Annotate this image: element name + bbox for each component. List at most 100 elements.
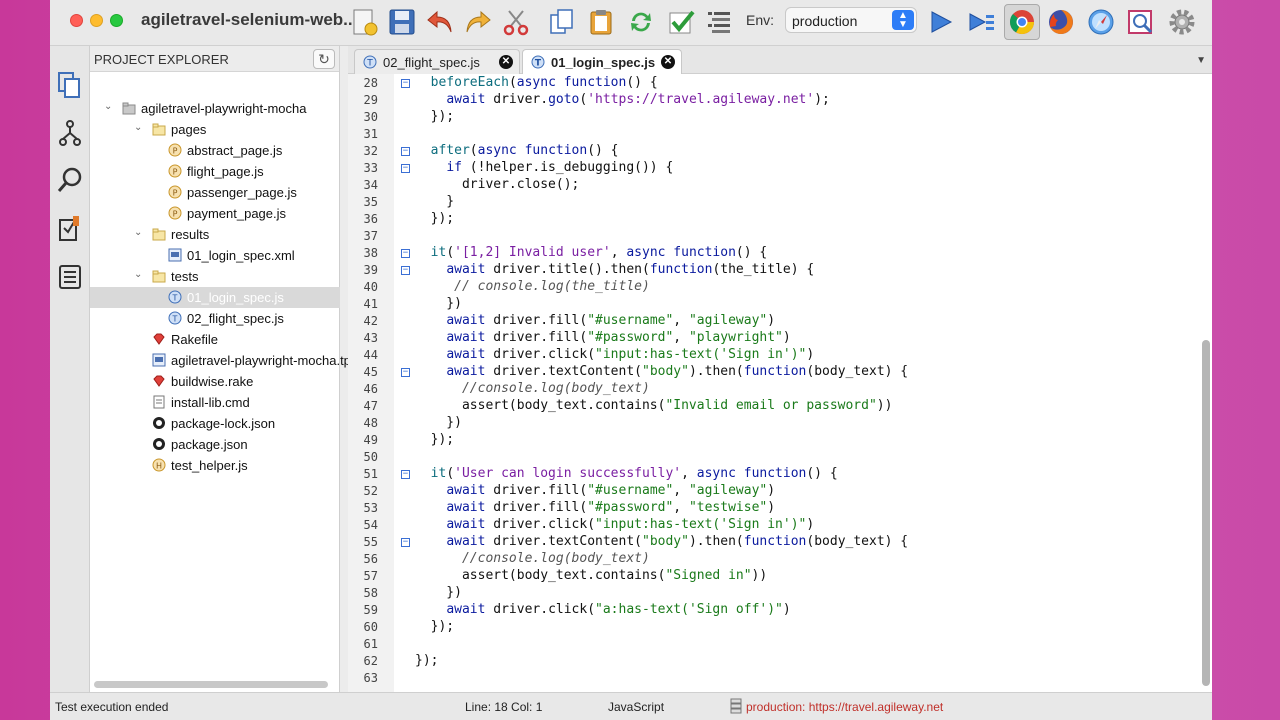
fold-toggle-icon[interactable]: − xyxy=(401,249,410,258)
refresh-tree-icon[interactable]: ↻ xyxy=(313,49,335,69)
code-line[interactable]: 61 xyxy=(348,636,1200,653)
fold-toggle-icon[interactable]: − xyxy=(401,368,410,377)
tree-file[interactable]: Pabstract_page.js xyxy=(90,140,340,161)
document-icon[interactable] xyxy=(56,262,84,292)
undo-icon[interactable] xyxy=(422,4,458,40)
inspect-icon[interactable] xyxy=(1123,4,1159,40)
code-line[interactable]: 35 } xyxy=(348,194,1200,211)
tree-file[interactable]: Htest_helper.js xyxy=(90,455,340,476)
code-line[interactable]: 55 − await driver.textContent("body").the… xyxy=(348,534,1200,551)
tree-file[interactable]: agiletravel-playwright-mocha.tp xyxy=(90,350,351,371)
code-line[interactable]: 30 }); xyxy=(348,109,1200,126)
code-line[interactable]: 62}); xyxy=(348,653,1200,670)
code-line[interactable]: 43 await driver.fill("#password", "playw… xyxy=(348,330,1200,347)
zoom-window-button[interactable] xyxy=(110,14,123,27)
firefox-icon[interactable] xyxy=(1043,4,1079,40)
fold-toggle-icon[interactable]: − xyxy=(401,79,410,88)
files-icon[interactable] xyxy=(56,70,84,100)
minimize-window-button[interactable] xyxy=(90,14,103,27)
check-icon[interactable] xyxy=(663,4,699,40)
env-select[interactable]: production ▲ ▼ xyxy=(785,7,917,33)
code-line[interactable]: 33 − if (!helper.is_debugging()) { xyxy=(348,160,1200,177)
code-area[interactable]: 28 − beforeEach(async function() {29 awai… xyxy=(348,75,1200,687)
editor-vertical-scrollbar[interactable] xyxy=(1202,340,1210,686)
tab-menu-icon[interactable]: ▼ xyxy=(1196,55,1206,66)
run-icon[interactable] xyxy=(924,4,960,40)
code-line[interactable]: 54 await driver.click("input:has-text('S… xyxy=(348,517,1200,534)
code-line[interactable]: 41 }) xyxy=(348,296,1200,313)
tree-file[interactable]: T 01_login_spec.js xyxy=(90,287,340,308)
fold-toggle-icon[interactable]: − xyxy=(401,470,410,479)
safari-icon[interactable] xyxy=(1083,4,1119,40)
code-line[interactable]: 59 await driver.click("a:has-text('Sign … xyxy=(348,602,1200,619)
code-line[interactable]: 31 xyxy=(348,126,1200,143)
tree-file[interactable]: package.json xyxy=(90,434,340,455)
code-line[interactable]: 51 − it('User can login successfully', as… xyxy=(348,466,1200,483)
code-line[interactable]: 49 }); xyxy=(348,432,1200,449)
code-line[interactable]: 53 await driver.fill("#password", "testw… xyxy=(348,500,1200,517)
code-line[interactable]: 50 xyxy=(348,449,1200,466)
code-line[interactable]: 47 assert(body_text.contains("Invalid em… xyxy=(348,398,1200,415)
chrome-icon[interactable] xyxy=(1004,4,1040,40)
code-line[interactable]: 29 await driver.goto('https://travel.agi… xyxy=(348,92,1200,109)
test-tools-icon[interactable] xyxy=(56,214,84,244)
cut-icon[interactable] xyxy=(498,4,534,40)
code-line[interactable]: 56 //console.log(body_text) xyxy=(348,551,1200,568)
tab-01-login-spec[interactable]: T 01_login_spec.js ✕ xyxy=(522,49,682,74)
tree-file[interactable]: buildwise.rake xyxy=(90,371,340,392)
outline-icon[interactable] xyxy=(701,4,737,40)
tree-folder[interactable]: ⌄ tests xyxy=(90,266,340,287)
fold-toggle-icon[interactable]: − xyxy=(401,538,410,547)
new-file-icon[interactable] xyxy=(346,4,382,40)
code-line[interactable]: 44 await driver.click("input:has-text('S… xyxy=(348,347,1200,364)
fold-toggle-icon[interactable]: − xyxy=(401,147,410,156)
code-line[interactable]: 48 }) xyxy=(348,415,1200,432)
tree-file[interactable]: 01_login_spec.xml xyxy=(90,245,340,266)
run-all-icon[interactable] xyxy=(964,4,1000,40)
code-line[interactable]: 37 xyxy=(348,228,1200,245)
code-line[interactable]: 28 − beforeEach(async function() { xyxy=(348,75,1200,92)
chevron-down-icon[interactable]: ⌄ xyxy=(134,122,144,133)
tree-file[interactable]: Ppayment_page.js xyxy=(90,203,340,224)
paste-icon[interactable] xyxy=(583,4,619,40)
tree-file[interactable]: Rakefile xyxy=(90,329,340,350)
save-icon[interactable] xyxy=(384,4,420,40)
code-line[interactable]: 45 − await driver.textContent("body").the… xyxy=(348,364,1200,381)
chevron-down-icon[interactable]: ⌄ xyxy=(134,227,144,238)
explorer-horizontal-scrollbar[interactable] xyxy=(94,681,328,688)
tree-folder[interactable]: ⌄ pages xyxy=(90,119,340,140)
fold-toggle-icon[interactable]: − xyxy=(401,266,410,275)
tree-folder[interactable]: ⌄ results xyxy=(90,224,340,245)
tree-file[interactable]: package-lock.json xyxy=(90,413,340,434)
code-line[interactable]: 52 await driver.fill("#username", "agile… xyxy=(348,483,1200,500)
code-line[interactable]: 46 //console.log(body_text) xyxy=(348,381,1200,398)
tree-file[interactable]: install-lib.cmd xyxy=(90,392,340,413)
code-line[interactable]: 42 await driver.fill("#username", "agile… xyxy=(348,313,1200,330)
fold-toggle-icon[interactable]: − xyxy=(401,164,410,173)
chevron-down-icon[interactable]: ⌄ xyxy=(134,269,144,280)
refresh-icon[interactable] xyxy=(623,4,659,40)
close-tab-icon[interactable]: ✕ xyxy=(499,55,513,69)
code-line[interactable]: 60 }); xyxy=(348,619,1200,636)
code-line[interactable]: 34 driver.close(); xyxy=(348,177,1200,194)
redo-icon[interactable] xyxy=(460,4,496,40)
tree-file[interactable]: T 02_flight_spec.js xyxy=(90,308,340,329)
close-tab-icon[interactable]: ✕ xyxy=(661,55,675,69)
code-line[interactable]: 32 − after(async function() { xyxy=(348,143,1200,160)
code-line[interactable]: 40 // console.log(the_title) xyxy=(348,279,1200,296)
tree-folder[interactable]: ⌄ agiletravel-playwright-mocha xyxy=(90,98,340,119)
code-line[interactable]: 38 − it('[1,2] Invalid user', async funct… xyxy=(348,245,1200,262)
chevron-down-icon[interactable]: ⌄ xyxy=(104,101,114,112)
close-window-button[interactable] xyxy=(70,14,83,27)
tree-file[interactable]: Pflight_page.js xyxy=(90,161,340,182)
code-line[interactable]: 36 }); xyxy=(348,211,1200,228)
code-line[interactable]: 63 xyxy=(348,670,1200,687)
copy-icon[interactable] xyxy=(544,4,580,40)
search-icon[interactable] xyxy=(56,166,84,196)
code-line[interactable]: 58 }) xyxy=(348,585,1200,602)
tree-file[interactable]: Ppassenger_page.js xyxy=(90,182,340,203)
git-branch-icon[interactable] xyxy=(56,118,84,148)
settings-icon[interactable] xyxy=(1164,4,1200,40)
language-mode[interactable]: JavaScript xyxy=(608,700,664,714)
tab-02-flight-spec[interactable]: T 02_flight_spec.js ✕ xyxy=(354,49,520,74)
